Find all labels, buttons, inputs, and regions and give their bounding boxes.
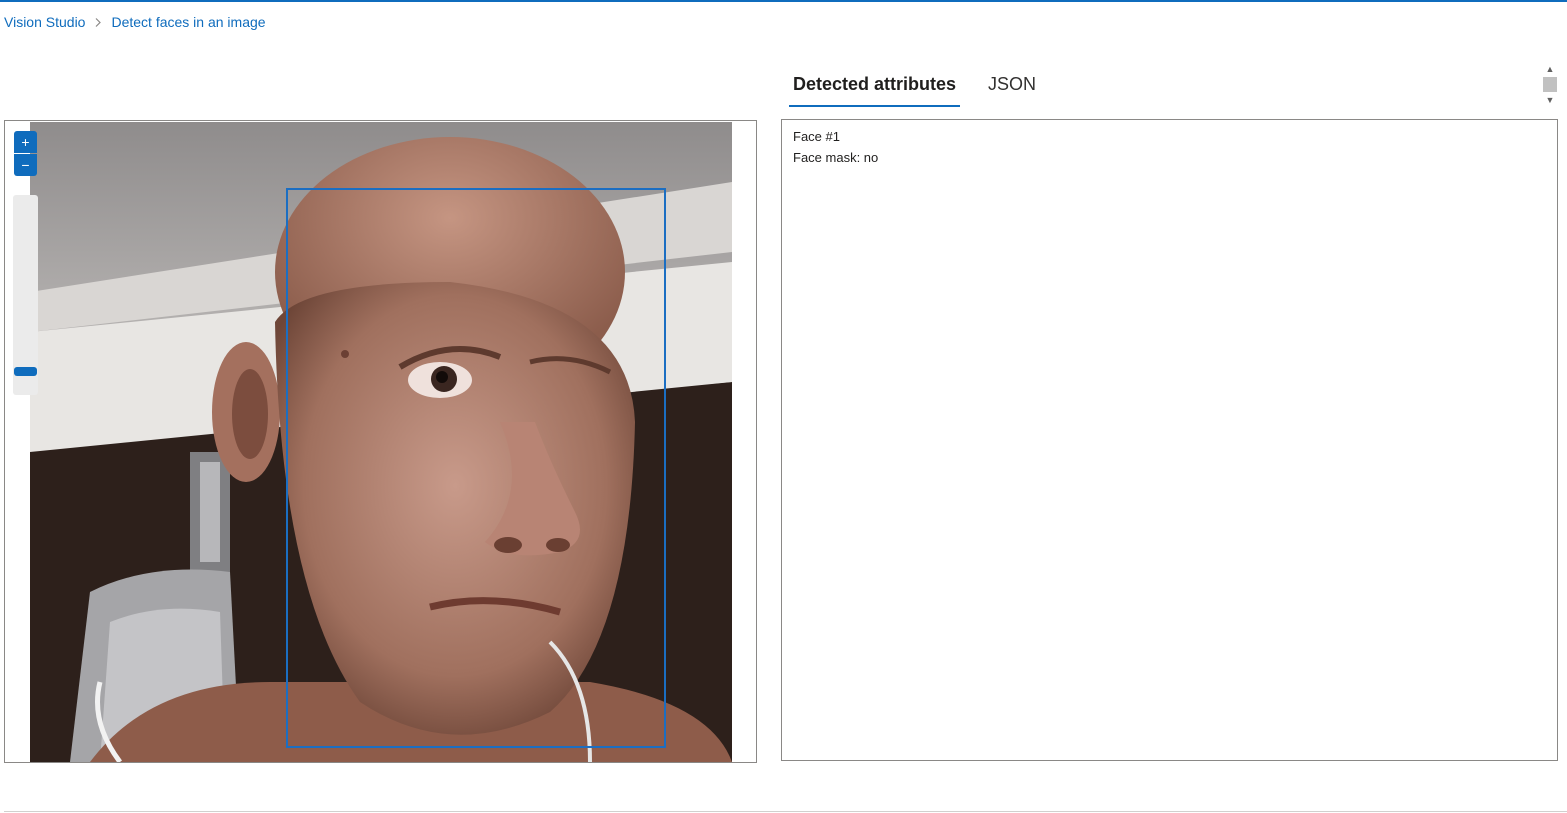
image-viewer: + − xyxy=(4,120,757,763)
results-tabs: Detected attributes JSON xyxy=(789,70,1064,108)
minus-icon: − xyxy=(21,157,30,173)
chevron-right-icon xyxy=(95,17,102,27)
scroll-up-icon[interactable]: ▲ xyxy=(1542,63,1558,75)
zoom-in-button[interactable]: + xyxy=(14,131,37,153)
face-image xyxy=(30,122,732,762)
face-mask-attribute: Face mask: no xyxy=(793,150,879,165)
face-title: Face #1 xyxy=(793,129,840,144)
top-accent-bar xyxy=(0,0,1567,2)
face-bounding-box xyxy=(286,188,666,748)
breadcrumb: Vision Studio Detect faces in an image xyxy=(4,12,266,32)
breadcrumb-current-link[interactable]: Detect faces in an image xyxy=(111,14,265,30)
zoom-slider[interactable] xyxy=(13,195,38,395)
zoom-slider-thumb[interactable] xyxy=(14,366,37,376)
tabs-scrollbar[interactable]: ▲ ▼ xyxy=(1542,63,1558,107)
scroll-down-icon[interactable]: ▼ xyxy=(1542,94,1558,106)
tab-detected-attributes[interactable]: Detected attributes xyxy=(789,70,961,107)
scrollbar-thumb[interactable] xyxy=(1543,77,1557,92)
plus-icon: + xyxy=(21,134,30,150)
divider xyxy=(4,811,1567,812)
zoom-out-button[interactable]: − xyxy=(14,154,37,176)
tab-json[interactable]: JSON xyxy=(984,70,1040,107)
detected-attributes-panel: Face #1 Face mask: no xyxy=(781,119,1558,761)
breadcrumb-vision-studio-link[interactable]: Vision Studio xyxy=(4,14,85,30)
